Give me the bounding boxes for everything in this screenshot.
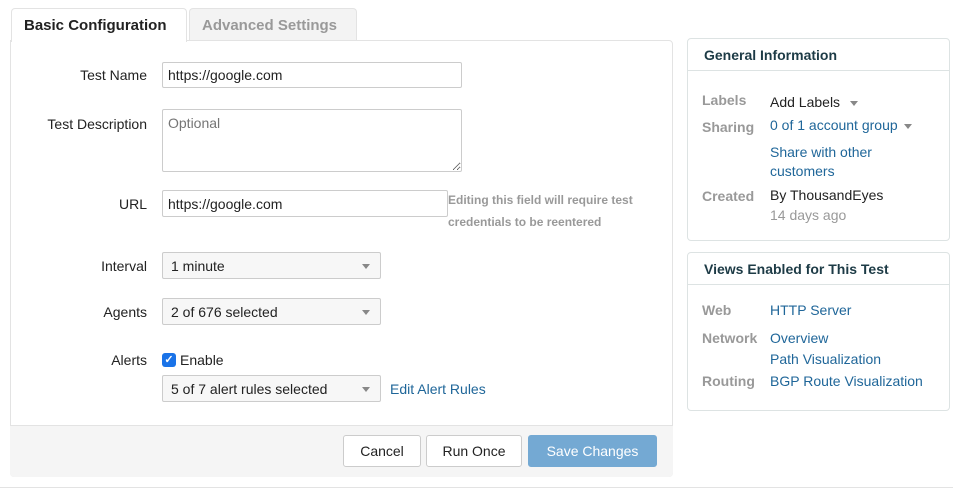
add-labels-dropdown[interactable]: Add Labels [770, 94, 858, 110]
alerts-label: Alerts [111, 352, 147, 368]
interval-select[interactable]: 1 minute [162, 252, 381, 279]
chevron-down-icon [362, 310, 370, 315]
alerts-enable-label: Enable [180, 352, 224, 368]
share-line-1: Share with other [770, 144, 872, 160]
sharing-dropdown[interactable]: 0 of 1 account group [770, 117, 912, 133]
tab-advanced-settings[interactable]: Advanced Settings [189, 8, 357, 41]
test-description-label: Test Description [47, 116, 147, 132]
chevron-down-icon [849, 100, 858, 106]
save-changes-button[interactable]: Save Changes [528, 435, 657, 467]
share-with-other-customers-link[interactable]: Share with other customers [770, 143, 872, 181]
general-information-card: General Information Labels Add Labels Sh… [687, 38, 950, 241]
chevron-down-icon [362, 387, 370, 392]
sharing-key: Sharing [702, 119, 755, 135]
test-name-label: Test Name [80, 67, 147, 83]
url-hint: Editing this field will require test cred… [448, 189, 668, 233]
labels-key: Labels [702, 92, 747, 108]
edit-alert-rules-link[interactable]: Edit Alert Rules [390, 381, 486, 397]
path-visualization-link[interactable]: Path Visualization [770, 351, 881, 367]
test-name-input[interactable] [162, 62, 462, 88]
agents-select[interactable]: 2 of 676 selected [162, 298, 381, 325]
add-labels-value: Add Labels [770, 94, 841, 110]
bgp-route-visualization-link[interactable]: BGP Route Visualization [770, 373, 923, 389]
web-key: Web [702, 302, 732, 318]
routing-key: Routing [702, 373, 755, 389]
url-input[interactable] [162, 190, 448, 217]
alert-rules-value: 5 of 7 alert rules selected [171, 381, 328, 397]
checkbox-checked-icon[interactable]: ✓ [162, 353, 176, 367]
url-label: URL [118, 196, 147, 212]
general-information-title: General Information [688, 39, 949, 71]
bottom-divider [0, 487, 953, 488]
url-hint-line-2: credentials to be reentered [448, 215, 602, 229]
sharing-value: 0 of 1 account group [770, 117, 898, 133]
created-ago: 14 days ago [770, 207, 847, 223]
chevron-down-icon [903, 123, 912, 129]
cancel-button[interactable]: Cancel [343, 435, 421, 467]
run-once-button[interactable]: Run Once [426, 435, 522, 467]
chevron-down-icon [362, 264, 370, 269]
created-by: By ThousandEyes [770, 187, 884, 203]
overview-link[interactable]: Overview [770, 330, 828, 346]
url-hint-line-1: Editing this field will require test [448, 193, 633, 207]
http-server-link[interactable]: HTTP Server [770, 302, 851, 318]
interval-label: Interval [101, 258, 147, 274]
agents-label: Agents [103, 304, 147, 320]
agents-value: 2 of 676 selected [171, 304, 278, 320]
test-description-input[interactable] [162, 109, 462, 172]
created-key: Created [702, 188, 755, 204]
alerts-enable-checkbox-row[interactable]: ✓ Enable [162, 352, 224, 368]
interval-value: 1 minute [171, 258, 225, 274]
alert-rules-select[interactable]: 5 of 7 alert rules selected [162, 375, 381, 402]
views-enabled-title: Views Enabled for This Test [688, 253, 949, 285]
views-enabled-card: Views Enabled for This Test Web HTTP Ser… [687, 252, 950, 411]
network-key: Network [702, 330, 758, 346]
tab-basic-configuration[interactable]: Basic Configuration [11, 8, 187, 42]
share-line-2: customers [770, 163, 835, 179]
